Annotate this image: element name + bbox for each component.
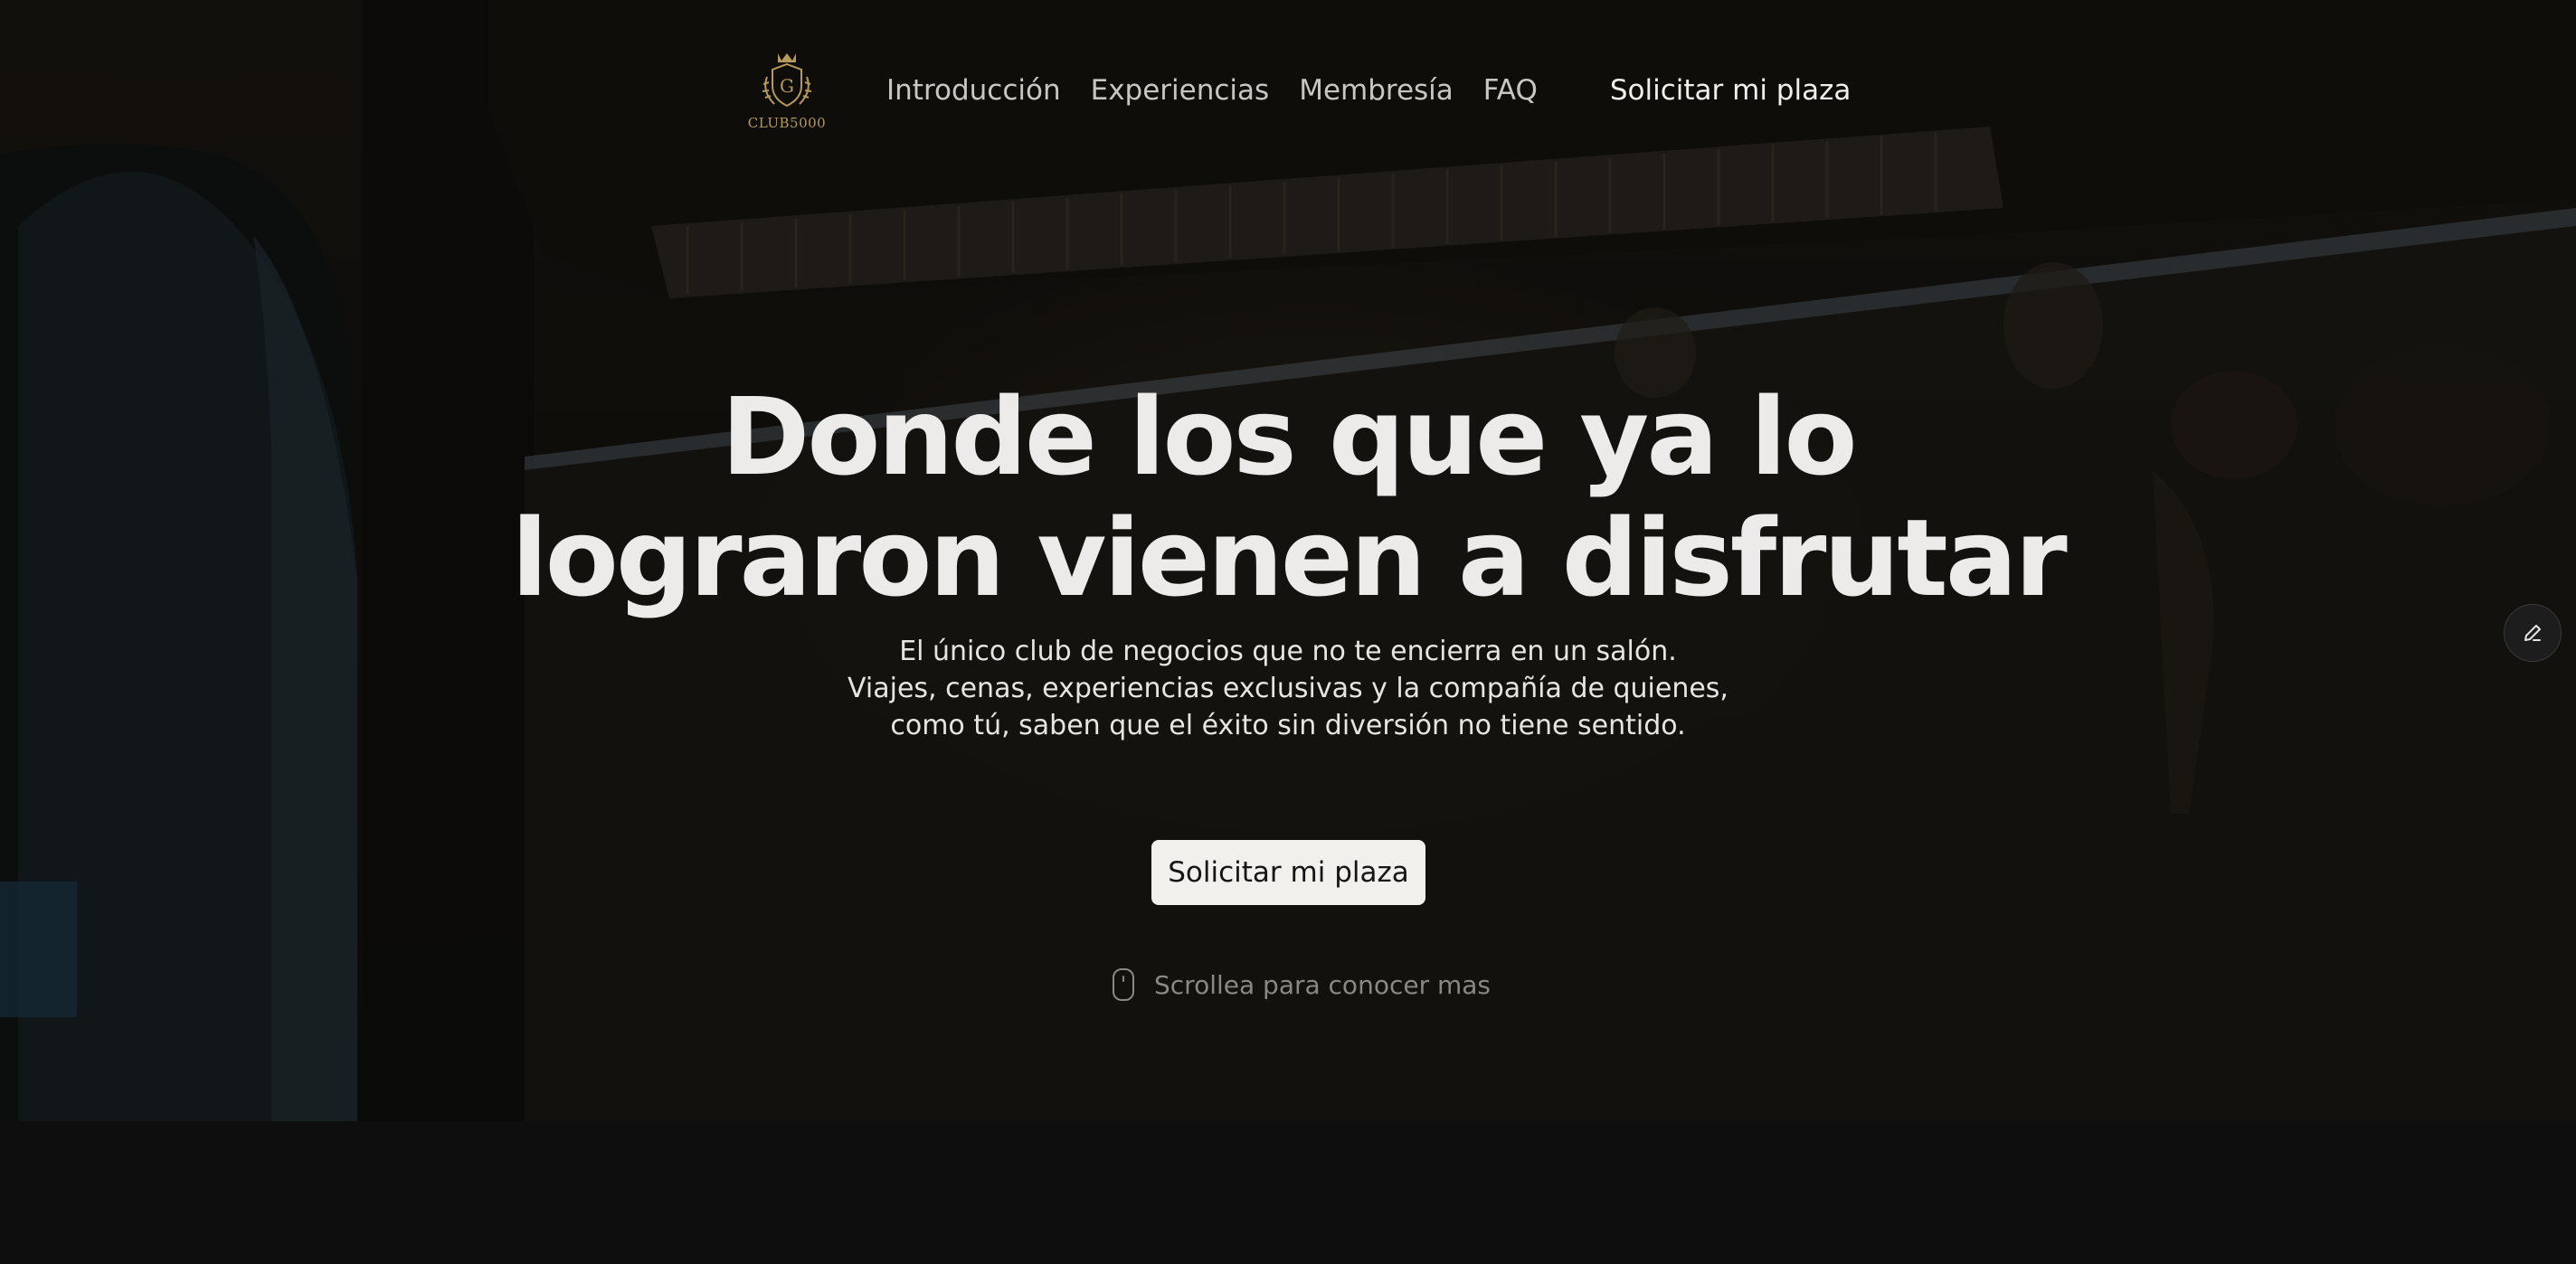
- nav-links: Introducción Experiencias Membresía FAQ: [886, 74, 1567, 107]
- svg-text:G: G: [780, 75, 794, 97]
- hero-headline: Donde los que ya lo lograron vienen a di…: [0, 376, 2576, 618]
- pencil-icon: [2524, 625, 2541, 641]
- scroll-hint[interactable]: Scrollea para conocer mas: [1113, 968, 1491, 1001]
- page: G CLUB5000 Introducción Experiencias Mem…: [0, 0, 2576, 1264]
- nav-link-faq[interactable]: FAQ: [1483, 74, 1538, 107]
- hero-subtitle: El único club de negocios que no te enci…: [0, 633, 2576, 744]
- top-nav: G CLUB5000 Introducción Experiencias Mem…: [747, 43, 1851, 137]
- hero-headline-line-1: Donde los que ya lo: [721, 374, 1857, 499]
- hero-headline-line-2: lograron vienen a disfrutar: [511, 495, 2067, 620]
- hero-subtitle-line-1: El único club de negocios que no te enci…: [899, 636, 1677, 667]
- nav-link-introduccion[interactable]: Introducción: [886, 74, 1061, 107]
- crest-icon: G: [762, 53, 812, 108]
- hero-cta-button[interactable]: Solicitar mi plaza: [1151, 840, 1425, 905]
- hero-subtitle-line-3: como tú, saben que el éxito sin diversió…: [890, 710, 1686, 741]
- edit-button[interactable]: [2504, 604, 2562, 662]
- nav-link-membresia[interactable]: Membresía: [1299, 74, 1454, 107]
- brand-logo[interactable]: G CLUB5000: [747, 47, 827, 134]
- nav-cta-button[interactable]: Solicitar mi plaza: [1610, 74, 1852, 107]
- nav-link-experiencias[interactable]: Experiencias: [1091, 74, 1270, 107]
- hero-subtitle-line-2: Viajes, cenas, experiencias exclusivas y…: [848, 673, 1728, 704]
- next-section: [0, 1121, 2576, 1264]
- hero-section: G CLUB5000 Introducción Experiencias Mem…: [0, 0, 2576, 1121]
- scroll-hint-label: Scrollea para conocer mas: [1154, 969, 1491, 1000]
- mouse-icon: [1113, 968, 1134, 1001]
- brand-logo-text: CLUB5000: [747, 115, 827, 131]
